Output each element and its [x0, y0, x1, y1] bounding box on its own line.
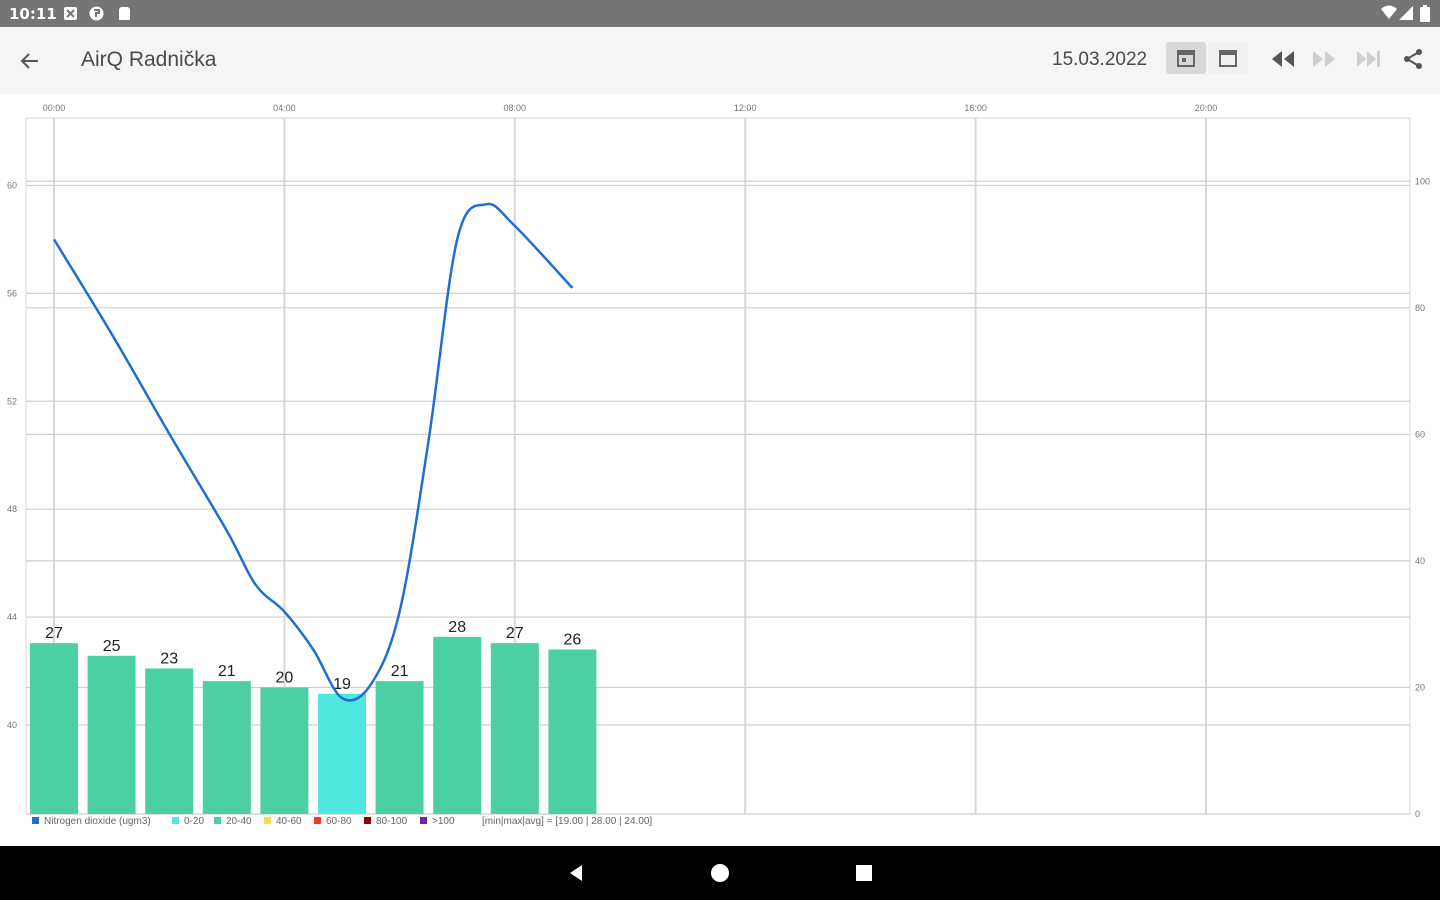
nav-home-icon [711, 864, 729, 882]
app-bar: AirQ Radnička 15.03.2022 [0, 27, 1440, 94]
signal-icon [1399, 6, 1413, 20]
right-axis-tick-label: 80 [1415, 303, 1425, 313]
bar-value-label: 25 [103, 638, 121, 655]
bar-value-label: 26 [564, 631, 582, 648]
legend-label: Nitrogen dioxide (ugm3) [44, 816, 151, 827]
x-tick-label: 16:00 [964, 103, 987, 113]
bar-value-label: 27 [506, 625, 524, 642]
x-tick-label: 04:00 [273, 103, 296, 113]
system-recents-button[interactable] [849, 858, 879, 888]
fast-forward-icon [1313, 51, 1335, 67]
x-tick-label: 12:00 [734, 103, 757, 113]
calendar-day-icon [1177, 50, 1195, 67]
legend-label: 80-100 [376, 816, 408, 827]
bar [30, 643, 78, 814]
right-axis-tick-label: 40 [1415, 556, 1425, 566]
bar-value-label: 21 [218, 663, 236, 680]
legend-label: 60-80 [326, 816, 352, 827]
right-axis-tick-label: 0 [1415, 809, 1420, 819]
air-quality-chart: 00:00 04:00 08:00 12:00 16:00 20:00 60 56 52 48 44… [7, 103, 1430, 827]
bar [490, 643, 539, 814]
legend-swatch [214, 817, 221, 824]
right-axis-tick-label: 100 [1415, 176, 1430, 186]
next-day-button[interactable] [1309, 44, 1339, 74]
x-tick-label: 08:00 [504, 103, 527, 113]
bar [548, 649, 597, 814]
wifi-icon [1381, 5, 1397, 19]
nav-back-icon [570, 865, 582, 881]
previous-day-button[interactable] [1268, 44, 1298, 74]
share-button[interactable] [1398, 44, 1428, 74]
status-time: 10:11 [9, 5, 57, 23]
back-arrow-icon [20, 53, 38, 69]
legend-swatch [32, 817, 39, 824]
bar [202, 681, 251, 814]
calendar-icon [1219, 50, 1237, 67]
bar [433, 636, 482, 814]
bar-value-label: 23 [160, 650, 178, 667]
system-home-button[interactable] [705, 858, 735, 888]
right-axis-tick-label: 60 [1415, 429, 1425, 439]
skip-to-end-icon [1357, 51, 1380, 67]
x-tick-label: 00:00 [43, 103, 66, 113]
page-title: AirQ Radnička [81, 48, 217, 71]
selected-date[interactable]: 15.03.2022 [1052, 49, 1147, 71]
legend-swatch [172, 817, 179, 824]
left-axis-tick-label: 56 [7, 288, 17, 298]
bar [87, 655, 136, 814]
legend-label: 20-40 [226, 816, 252, 827]
bar [375, 681, 424, 814]
share-icon [1404, 49, 1422, 69]
system-back-button[interactable] [561, 858, 591, 888]
left-axis-tick-label: 40 [7, 720, 17, 730]
bar [318, 693, 366, 814]
status-bar: 10:11 [0, 0, 1440, 27]
left-axis-tick-label: 44 [7, 612, 17, 622]
legend-swatch [314, 817, 321, 824]
back-button[interactable] [14, 45, 46, 77]
last-day-button[interactable] [1354, 44, 1384, 74]
sim-card-icon [119, 7, 130, 20]
app-status-icon [89, 6, 104, 21]
left-axis-tick-label: 60 [7, 180, 17, 190]
right-axis-tick-label: 20 [1415, 682, 1425, 692]
bar-value-label: 21 [391, 663, 409, 680]
bar-value-label: 27 [45, 625, 63, 642]
day-view-button[interactable] [1166, 42, 1206, 74]
system-navigation-bar [0, 846, 1440, 900]
x-tick-label: 20:00 [1195, 103, 1218, 113]
legend-summary: [min|max|avg] = [19.00 | 28.00 | 24.00] [482, 816, 652, 827]
bar-value-label: 28 [448, 619, 466, 636]
bar-value-label: 20 [276, 669, 294, 686]
legend-label: 40-60 [276, 816, 302, 827]
nav-recents-icon [856, 865, 872, 881]
bar [145, 668, 194, 814]
legend-swatch [264, 817, 271, 824]
legend-label: >100 [432, 816, 455, 827]
notification-icon [64, 7, 77, 20]
bar [260, 687, 309, 814]
legend-swatch [364, 817, 371, 824]
left-axis-tick-label: 52 [7, 396, 17, 406]
legend-swatch [420, 817, 427, 824]
battery-icon [1420, 5, 1430, 22]
rewind-icon [1272, 51, 1294, 67]
calendar-button[interactable] [1208, 42, 1248, 74]
legend-label: 0-20 [184, 816, 204, 827]
left-axis-tick-label: 48 [7, 504, 17, 514]
